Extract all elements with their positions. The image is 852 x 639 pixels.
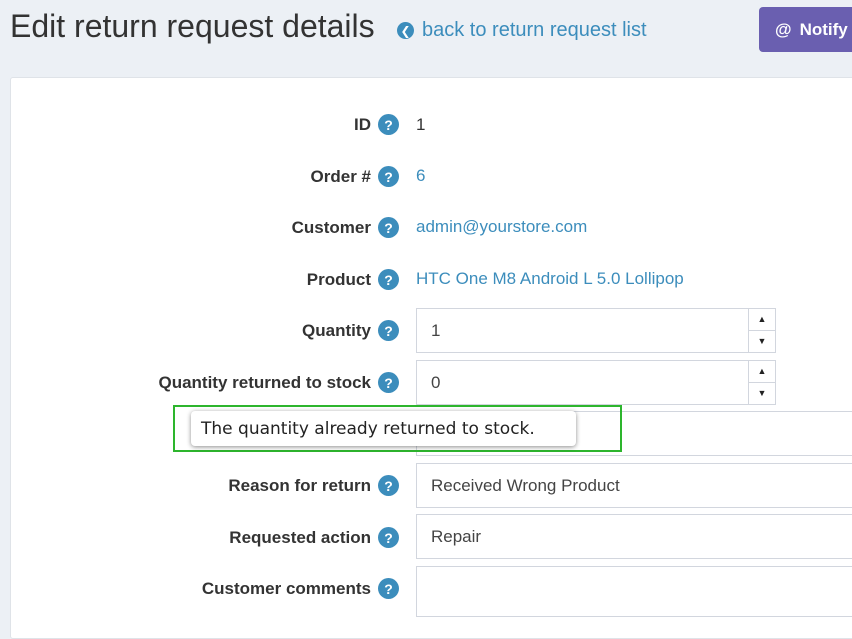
- quantity-spinner: ▲ ▼: [748, 309, 775, 352]
- reason-select[interactable]: Received Wrong Product: [416, 463, 852, 508]
- question-circle-icon[interactable]: ?: [378, 269, 399, 290]
- action-select-value: Repair: [431, 526, 482, 546]
- back-to-list-link[interactable]: ❮ back to return request list: [397, 19, 647, 42]
- at-icon: @: [775, 19, 792, 39]
- order-link[interactable]: 6: [416, 166, 425, 186]
- reason-label: Reason for return: [228, 476, 371, 495]
- question-circle-icon[interactable]: ?: [378, 372, 399, 393]
- help-tooltip: The quantity already returned to stock.: [191, 411, 576, 446]
- customer-link[interactable]: admin@yourstore.com: [416, 217, 587, 237]
- quantity-returned-stepper[interactable]: 0 ▲ ▼: [416, 360, 776, 405]
- question-circle-icon[interactable]: ?: [378, 217, 399, 238]
- decrement-icon[interactable]: ▼: [749, 331, 775, 353]
- quantity-returned-label: Quantity returned to stock: [158, 373, 371, 392]
- question-circle-icon[interactable]: ?: [378, 320, 399, 341]
- quantity-returned-input-value: 0: [431, 372, 441, 392]
- id-label: ID: [354, 115, 371, 134]
- quantity-input-value: 1: [431, 320, 441, 340]
- reason-select-value: Received Wrong Product: [431, 475, 620, 495]
- comments-textarea[interactable]: [416, 566, 852, 617]
- decrement-icon[interactable]: ▼: [749, 383, 775, 405]
- order-label: Order #: [310, 167, 371, 186]
- quantity-returned-spinner: ▲ ▼: [748, 361, 775, 404]
- id-value: 1: [416, 115, 426, 134]
- arrow-circle-left-icon: ❮: [397, 22, 414, 39]
- notify-button-label: Notify: [799, 19, 848, 39]
- increment-icon[interactable]: ▲: [749, 309, 775, 331]
- page-title: Edit return request details: [10, 8, 375, 44]
- product-link[interactable]: HTC One M8 Android L 5.0 Lollipop: [416, 269, 684, 289]
- product-label: Product: [306, 270, 371, 289]
- quantity-stepper[interactable]: 1 ▲ ▼: [416, 308, 776, 353]
- increment-icon[interactable]: ▲: [749, 361, 775, 383]
- question-circle-icon[interactable]: ?: [378, 527, 399, 548]
- question-circle-icon[interactable]: ?: [378, 578, 399, 599]
- notify-button[interactable]: @ Notify: [759, 7, 852, 52]
- back-link-label: back to return request list: [422, 19, 647, 41]
- question-circle-icon[interactable]: ?: [378, 166, 399, 187]
- quantity-label: Quantity: [302, 321, 371, 340]
- customer-label: Customer: [291, 218, 371, 237]
- action-select[interactable]: Repair: [416, 514, 852, 559]
- question-circle-icon[interactable]: ?: [378, 114, 399, 135]
- comments-label: Customer comments: [201, 579, 371, 598]
- question-circle-icon[interactable]: ?: [378, 475, 399, 496]
- action-label: Requested action: [229, 528, 371, 547]
